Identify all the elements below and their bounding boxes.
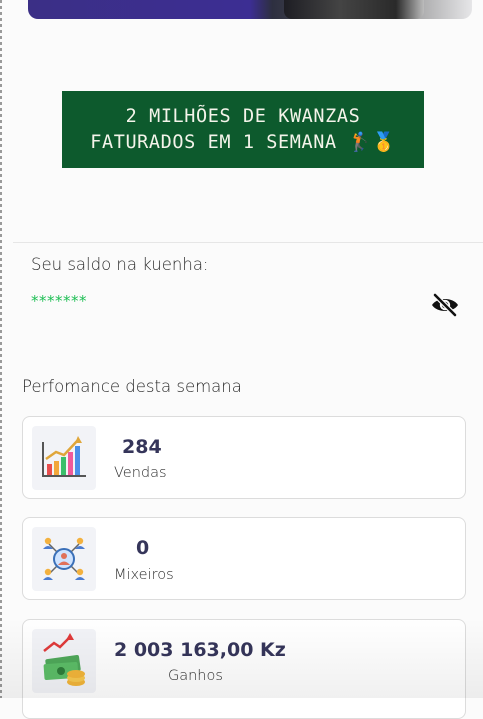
network-people-icon (32, 527, 96, 591)
money-stack-icon (32, 629, 96, 693)
earnings-value: 2 003 163,00 Kz (114, 639, 286, 661)
stat-card-earnings[interactable]: 2 003 163,00 Kz Ganhos (22, 619, 466, 719)
headline-line-2: FATURADOS EM 1 SEMANA 🏌️🥇 (90, 131, 396, 153)
headline-line-1: 2 MILHÕES DE KWANZAS (125, 105, 361, 127)
eye-slash-icon[interactable] (430, 292, 460, 318)
sales-value: 284 (122, 436, 162, 458)
performance-title: Perfomance desta semana (22, 377, 242, 396)
earnings-label: Ganhos (168, 668, 223, 684)
top-banner-image (28, 0, 472, 19)
banner-person-figure (284, 0, 424, 19)
page-edge-guide (0, 0, 2, 698)
sales-chart-icon (32, 426, 96, 490)
sales-label: Vendas (114, 465, 167, 481)
mixeiros-value: 0 (136, 537, 150, 559)
section-divider (13, 242, 483, 243)
stat-card-sales[interactable]: 284 Vendas (22, 416, 466, 499)
balance-label: Seu saldo na kuenha: (31, 255, 209, 274)
stat-card-mixeiros[interactable]: 0 Mixeiros (22, 517, 466, 600)
balance-value: ******* (31, 292, 87, 310)
mixeiros-label: Mixeiros (114, 567, 174, 583)
headline-banner: 2 MILHÕES DE KWANZAS FATURADOS EM 1 SEMA… (62, 91, 424, 168)
